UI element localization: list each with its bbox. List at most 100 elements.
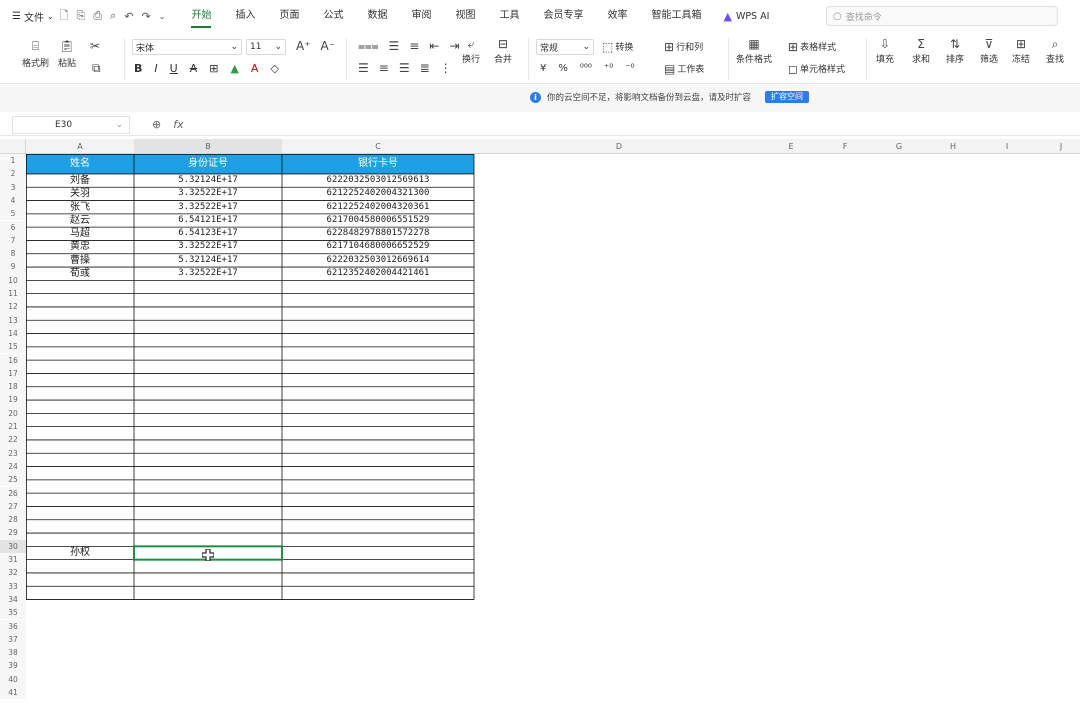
- increase-font-icon[interactable]: A⁺: [296, 40, 311, 52]
- column-header-c[interactable]: C: [282, 139, 474, 154]
- tab-8[interactable]: 会员专享: [531, 0, 595, 32]
- undo-icon[interactable]: ↶: [124, 10, 133, 23]
- table-style-button[interactable]: ⊞ 表格样式: [788, 40, 836, 54]
- sum-button[interactable]: Σ 求和: [912, 38, 930, 65]
- row-header[interactable]: 15: [0, 340, 26, 354]
- copy-button[interactable]: ⧉: [92, 62, 101, 74]
- number-format-select[interactable]: 常规 ⌄: [536, 39, 594, 55]
- print-preview-icon[interactable]: ⌕: [110, 9, 116, 23]
- select-all-corner[interactable]: [0, 139, 26, 154]
- table-cell[interactable]: 3.32522E+17: [134, 187, 282, 200]
- row-header[interactable]: 27: [0, 499, 26, 514]
- tab-9[interactable]: 效率: [595, 0, 639, 32]
- row-header[interactable]: 3: [0, 180, 26, 194]
- fill-color-icon[interactable]: ▲: [230, 62, 238, 75]
- row-header[interactable]: 17: [0, 366, 26, 381]
- row-header[interactable]: 32: [0, 566, 26, 580]
- row-header[interactable]: 10: [0, 273, 26, 287]
- row-header[interactable]: 25: [0, 473, 26, 487]
- tab-2[interactable]: 页面: [267, 0, 311, 32]
- row-header[interactable]: 36: [0, 619, 26, 633]
- column-header-g[interactable]: G: [872, 139, 926, 154]
- conditional-format-button[interactable]: ▦ 条件格式: [736, 38, 772, 65]
- align-middle-icon[interactable]: ☰: [389, 40, 400, 52]
- font-color-icon[interactable]: A: [251, 62, 259, 75]
- fill-button[interactable]: ⇩ 填充: [876, 38, 894, 65]
- column-header-d[interactable]: D: [474, 139, 764, 154]
- table-cell[interactable]: 刘备: [26, 174, 134, 187]
- row-header[interactable]: 2: [0, 167, 26, 181]
- row-header[interactable]: 6: [0, 220, 26, 234]
- table-cell[interactable]: 5.32124E+17: [134, 254, 282, 267]
- row-header[interactable]: 5: [0, 207, 26, 221]
- more-icon[interactable]: ⌄: [159, 12, 166, 21]
- row-header[interactable]: 29: [0, 526, 26, 540]
- decimal-decrease-icon[interactable]: ⁻⁰: [625, 63, 634, 74]
- wrap-text-button[interactable]: ⤶ 换行: [462, 38, 480, 65]
- row-header[interactable]: 14: [0, 326, 26, 341]
- column-header-e[interactable]: E: [764, 139, 818, 154]
- table-cell[interactable]: 6222032503012569613: [282, 174, 474, 187]
- strikethrough-icon[interactable]: A: [190, 62, 198, 75]
- print-icon[interactable]: ⎙: [93, 9, 102, 23]
- tab-0[interactable]: 开始: [179, 0, 223, 32]
- column-header-i[interactable]: I: [980, 139, 1034, 154]
- distributed-icon[interactable]: ⋮: [440, 62, 452, 74]
- table-cell[interactable]: 6.54121E+17: [134, 214, 282, 227]
- align-bottom-icon[interactable]: ≡: [409, 40, 419, 52]
- thousands-icon[interactable]: ⁰⁰⁰: [580, 63, 592, 74]
- row-header[interactable]: 4: [0, 193, 26, 208]
- percent-icon[interactable]: %: [558, 63, 568, 74]
- tab-10[interactable]: 智能工具箱: [639, 0, 713, 32]
- row-header[interactable]: 33: [0, 579, 26, 593]
- align-right-icon[interactable]: ☰: [399, 62, 410, 74]
- table-cell[interactable]: 6222032503012669614: [282, 254, 474, 267]
- table-cell[interactable]: 黄忠: [26, 240, 134, 253]
- row-header[interactable]: 23: [0, 446, 26, 460]
- table-cell[interactable]: 6217004580006551529: [282, 214, 474, 227]
- table-cell[interactable]: 3.32522E+17: [134, 267, 282, 280]
- row-header[interactable]: 40: [0, 672, 26, 686]
- row-header[interactable]: 1: [0, 154, 26, 168]
- convert-button[interactable]: ⬚ 转换: [602, 40, 633, 54]
- wps-ai-button[interactable]: ▲ WPS AI: [713, 10, 779, 23]
- export-pdf-icon[interactable]: ⎘: [77, 9, 86, 23]
- row-header[interactable]: 13: [0, 313, 26, 327]
- tab-7[interactable]: 工具: [487, 0, 531, 32]
- align-center-icon[interactable]: ≡: [379, 62, 389, 74]
- clear-icon[interactable]: ◇: [270, 62, 278, 75]
- row-header[interactable]: 30: [0, 539, 26, 553]
- row-col-button[interactable]: ⊞ 行和列: [664, 40, 703, 54]
- font-size-select[interactable]: 11 ⌄: [246, 39, 286, 55]
- row-header[interactable]: 18: [0, 380, 26, 394]
- column-header-j[interactable]: J: [1034, 139, 1080, 154]
- header-cell[interactable]: 姓名: [26, 154, 134, 174]
- save-icon[interactable]: 🗋: [60, 7, 69, 26]
- function-icon[interactable]: fx: [173, 118, 183, 131]
- redo-icon[interactable]: ↷: [142, 10, 151, 23]
- row-header[interactable]: 11: [0, 287, 26, 301]
- table-cell[interactable]: 马超: [26, 227, 134, 240]
- cut-button[interactable]: ✂: [90, 40, 100, 52]
- indent-decrease-icon[interactable]: ⇤: [429, 40, 439, 52]
- underline-icon[interactable]: U: [170, 62, 178, 75]
- row-header[interactable]: 24: [0, 459, 26, 474]
- worksheet-button[interactable]: ▤ 工作表: [664, 62, 704, 76]
- tab-5[interactable]: 审阅: [399, 0, 443, 32]
- paste-button[interactable]: 📋︎ 粘贴: [58, 40, 76, 69]
- row-header[interactable]: 39: [0, 659, 26, 673]
- freeze-button[interactable]: ⊞ 冻结: [1012, 38, 1030, 65]
- italic-icon[interactable]: I: [154, 62, 157, 75]
- find-button[interactable]: ⌕ 查找: [1046, 38, 1064, 65]
- sort-button[interactable]: ⇅ 排序: [946, 38, 964, 65]
- tab-6[interactable]: 视图: [443, 0, 487, 32]
- table-cell[interactable]: 6228482978801572278: [282, 227, 474, 240]
- column-header-f[interactable]: F: [818, 139, 872, 154]
- expand-space-button[interactable]: 扩容空间: [765, 91, 810, 103]
- row-header[interactable]: 8: [0, 247, 26, 261]
- command-search[interactable]: ○ 查找命令: [826, 6, 1058, 26]
- row-header[interactable]: 21: [0, 420, 26, 434]
- name-box[interactable]: E30 ⌄: [12, 116, 130, 134]
- row-header[interactable]: 7: [0, 233, 26, 248]
- filter-button[interactable]: ⊽ 筛选: [980, 38, 998, 65]
